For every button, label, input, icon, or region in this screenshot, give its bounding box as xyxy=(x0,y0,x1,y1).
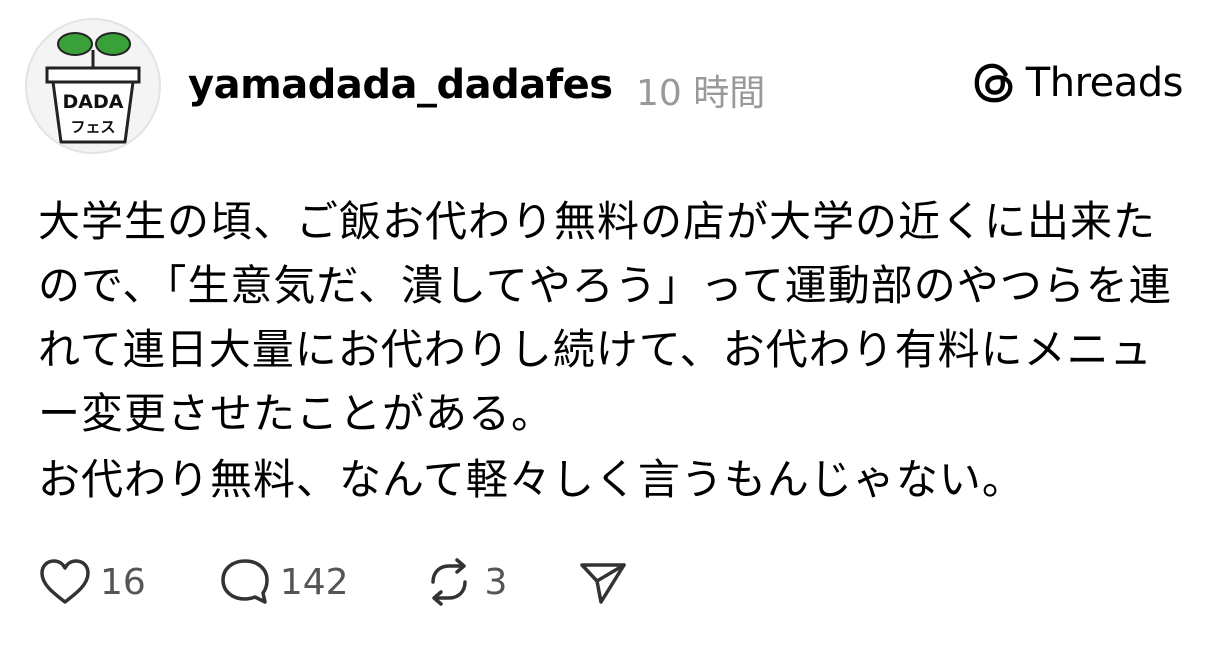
threads-brand[interactable]: Threads xyxy=(972,60,1184,106)
paper-plane-icon xyxy=(580,563,627,604)
threads-post: DADA フェス yamadada_dadafes 10 時間 Threads … xyxy=(0,0,1217,651)
brand-label: Threads xyxy=(1025,60,1184,106)
like-count: 16 xyxy=(100,561,146,603)
repost-button[interactable]: 3 xyxy=(421,556,508,608)
avatar-logo-text-top: DADA xyxy=(63,91,124,113)
post-paragraph: お代わり無料、なんて軽々しく言うもんじゃない。 xyxy=(38,455,1025,504)
avatar-logo-text-bottom: フェス xyxy=(70,118,115,136)
speech-bubble-icon xyxy=(221,559,269,604)
avatar-illustration: DADA フェス xyxy=(45,32,141,144)
post-body: 大学生の頃、ご飯お代わり無料の店が大学の近くに出来たので、「生意気だ、潰してやろ… xyxy=(38,190,1188,512)
reply-button[interactable]: 142 xyxy=(218,556,349,608)
repost-count: 3 xyxy=(484,561,508,603)
post-paragraph: 大学生の頃、ご飯お代わり無料の店が大学の近くに出来たので、「生意気だ、潰してやろ… xyxy=(38,197,1172,438)
avatar[interactable]: DADA フェス xyxy=(25,18,161,154)
action-bar: 16 142 3 xyxy=(38,552,629,612)
username[interactable]: yamadada_dadafes xyxy=(188,62,613,108)
post-timestamp: 10 時間 xyxy=(636,73,766,114)
heart-icon xyxy=(40,559,90,604)
like-button[interactable]: 16 xyxy=(38,557,146,607)
repost-arrows-icon xyxy=(430,558,467,606)
threads-logo-icon xyxy=(974,63,1013,103)
reply-count: 142 xyxy=(279,561,349,603)
share-button[interactable] xyxy=(577,557,629,607)
